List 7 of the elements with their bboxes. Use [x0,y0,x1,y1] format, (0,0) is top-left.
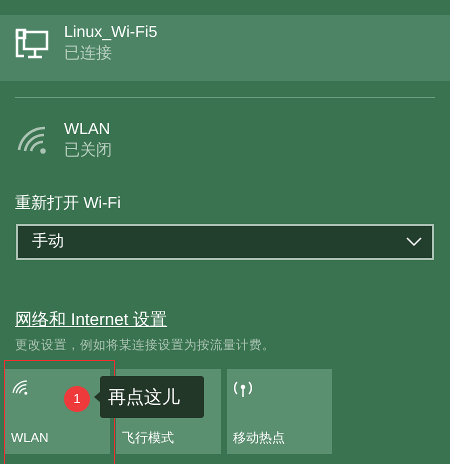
network-name: WLAN [64,120,112,140]
network-status: 已关闭 [64,140,112,161]
tooltip: 再点这儿 [100,376,204,418]
network-name: Linux_Wi-Fi5 [64,23,158,43]
network-status: 已连接 [64,44,113,64]
reopen-label: 重新打开 Wi-Fi [15,194,122,214]
settings-hint: 更改设置，例如将某连接设置为按流量计费。 [15,337,276,354]
